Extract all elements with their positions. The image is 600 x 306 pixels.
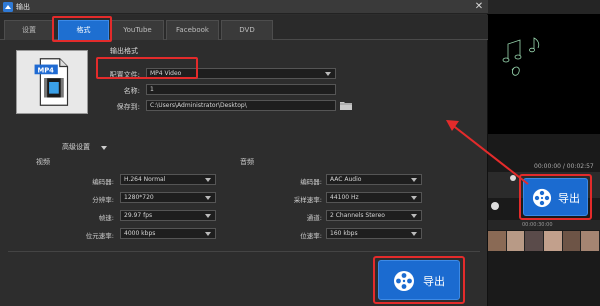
filmstrip-frame <box>488 231 507 251</box>
profile-select[interactable]: MP4 Video <box>146 68 336 79</box>
tab-bar: 设置 格式 YouTube Facebook DVD <box>0 15 488 40</box>
video-bitrate-select[interactable]: 4000 kbps <box>120 228 216 239</box>
editor-export-button[interactable]: 导出 <box>523 178 588 216</box>
video-encoder-select[interactable]: H.264 Normal <box>120 174 216 185</box>
caret-down-icon[interactable] <box>101 146 107 150</box>
editor-panel: 00:00:00 / 00:02:57 00:00:30:00 <box>488 0 600 306</box>
name-input[interactable]: 1 <box>146 84 336 95</box>
filmstrip <box>488 231 600 251</box>
format-thumbnail: MP4 <box>16 50 88 114</box>
filmstrip-frame <box>581 231 600 251</box>
channels-label: 通道: <box>306 214 322 222</box>
app-icon <box>3 2 13 12</box>
framerate-select[interactable]: 29.97 fps <box>120 210 216 221</box>
record-dot-icon[interactable] <box>491 202 499 210</box>
filmstrip-frame <box>506 231 526 251</box>
divider <box>8 251 480 252</box>
filmstrip-frame <box>525 231 545 251</box>
save-path-input[interactable]: C:\Users\Administrator\Desktop\ <box>146 100 336 111</box>
timecode: 00:00:00 / 00:02:57 <box>534 163 594 170</box>
tab-format[interactable]: 格式 <box>58 20 109 40</box>
film-reel-icon <box>532 188 552 208</box>
profile-label: 配置文件: <box>109 71 140 79</box>
tab-settings[interactable]: 设置 <box>4 20 54 40</box>
resolution-label: 分辨率: <box>92 196 114 204</box>
samplerate-select[interactable]: 44100 Hz <box>326 192 422 203</box>
video-preview <box>488 14 600 134</box>
timeline-ruler: 00:00:30:00 <box>488 220 600 230</box>
tab-youtube[interactable]: YouTube <box>111 20 164 40</box>
playhead[interactable] <box>510 175 516 181</box>
title-bar: 输出 ✕ <box>0 0 488 14</box>
filmstrip-frame <box>562 231 582 251</box>
window-title: 输出 <box>16 3 30 11</box>
video-heading: 视频 <box>36 158 50 166</box>
resolution-select[interactable]: 1280*720 <box>120 192 216 203</box>
close-icon[interactable]: ✕ <box>473 0 485 13</box>
name-label: 名称: <box>123 87 140 95</box>
audio-encoder-label: 编码器: <box>300 178 322 186</box>
video-encoder-label: 编码器: <box>92 178 114 186</box>
audio-heading: 音频 <box>240 158 254 166</box>
editor-toolbar <box>488 0 600 14</box>
channels-select[interactable]: 2 Channels Stereo <box>326 210 422 221</box>
mp4-file-icon: MP4 <box>34 58 69 106</box>
output-format-heading: 输出格式 <box>110 47 138 55</box>
samplerate-label: 采样速率: <box>293 196 322 204</box>
export-dialog: 输出 ✕ 设置 格式 YouTube Facebook DVD MP4 输出格式… <box>0 0 488 306</box>
framerate-label: 帧速: <box>98 214 114 222</box>
save-to-label: 保存到: <box>116 103 140 111</box>
advanced-settings-toggle[interactable]: 高级设置 <box>62 142 90 152</box>
export-button[interactable]: 导出 <box>378 260 460 300</box>
tab-dvd[interactable]: DVD <box>221 20 273 40</box>
audio-bitrate-label: 位速率: <box>300 232 322 240</box>
tab-facebook[interactable]: Facebook <box>166 20 219 40</box>
export-button-label: 导出 <box>423 275 445 288</box>
editor-export-label: 导出 <box>558 192 580 205</box>
folder-icon[interactable] <box>340 100 352 110</box>
audio-bitrate-select[interactable]: 160 kbps <box>326 228 422 239</box>
file-badge: MP4 <box>37 66 54 74</box>
video-bitrate-label: 位元速率: <box>85 232 114 240</box>
filmstrip-frame <box>544 231 563 251</box>
music-notes-graphic <box>502 37 540 76</box>
film-reel-icon <box>394 271 414 291</box>
audio-encoder-select[interactable]: AAC Audio <box>326 174 422 185</box>
